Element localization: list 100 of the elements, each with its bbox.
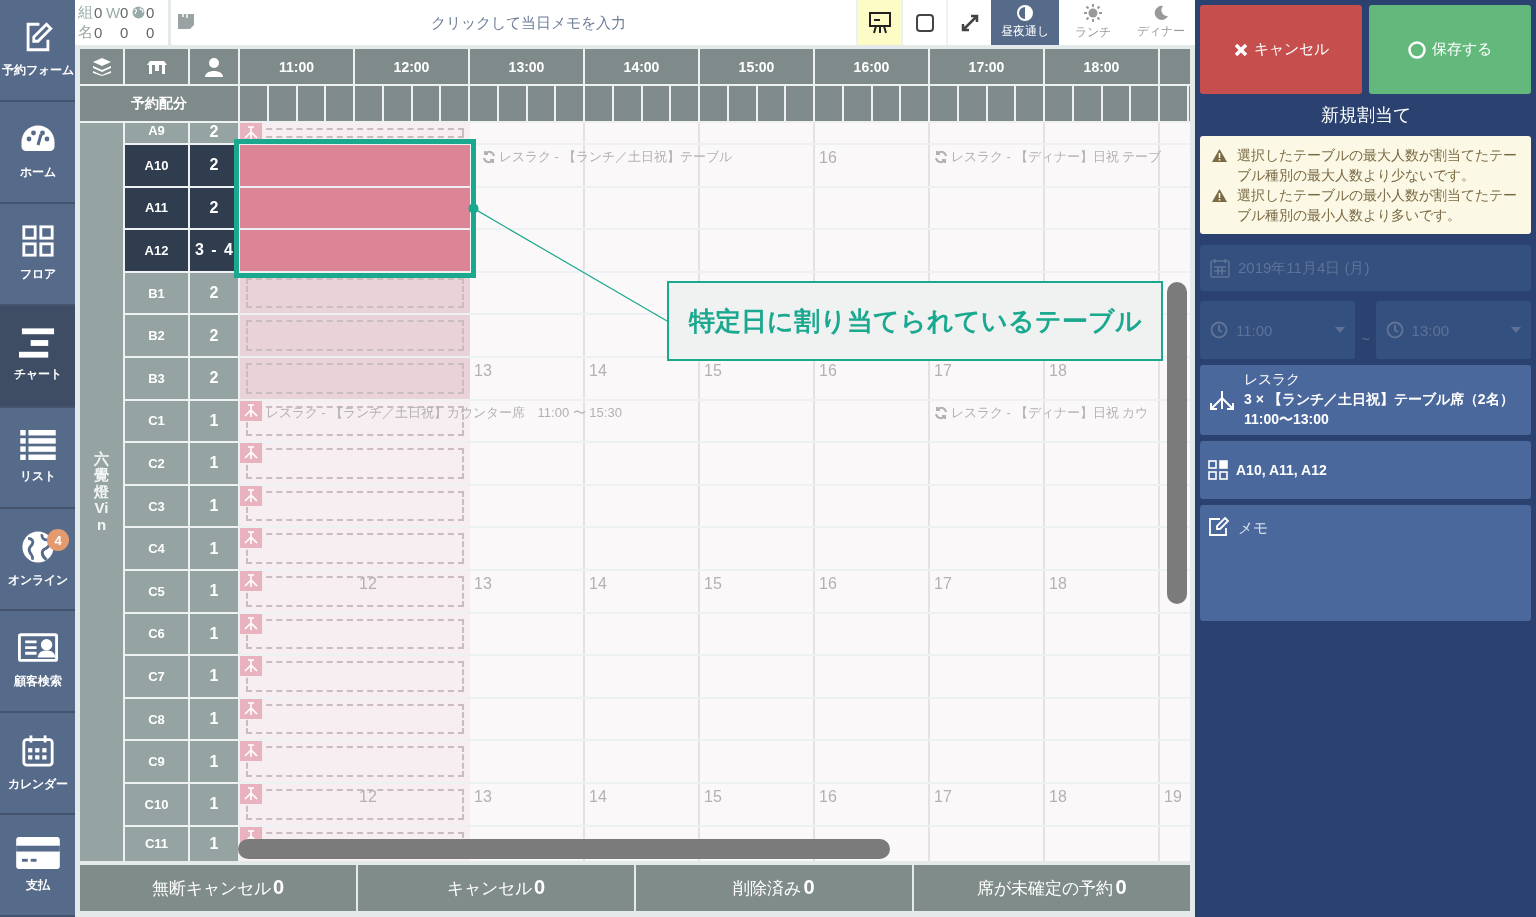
- hour-label: 14: [589, 787, 608, 806]
- shift-tab[interactable]: ランチ: [1059, 0, 1127, 45]
- count-value: 0: [120, 23, 130, 41]
- nav-item[interactable]: 予約フォーム: [0, 0, 75, 102]
- reservation-block[interactable]: [240, 187, 470, 229]
- hour-label: 17: [934, 574, 953, 593]
- table-name-cell[interactable]: A10: [125, 145, 188, 186]
- nav-item[interactable]: カレンダー: [0, 713, 75, 816]
- table-name-cell[interactable]: C6: [125, 613, 188, 655]
- memo-field[interactable]: クリックして当日メモを入力: [201, 0, 856, 45]
- allocation-header: 予約配分: [80, 86, 238, 121]
- table-name-cell[interactable]: C7: [125, 656, 188, 697]
- table-icon: [146, 58, 167, 75]
- half-circle-icon: [1017, 5, 1033, 21]
- warning-text: 選択したテーブルの最小人数が割当てたテーブル種別の最小人数より多いです。: [1237, 186, 1518, 225]
- table-name-cell[interactable]: C10: [125, 783, 188, 825]
- hour-label: 12: [359, 787, 378, 806]
- clock-icon: [1210, 321, 1228, 339]
- tables-card[interactable]: A10, A11, A12: [1200, 441, 1531, 499]
- schedule-label: レスラク - 【ランチ／土日祝】テーブル: [499, 148, 732, 166]
- table-name-cell[interactable]: A12: [125, 230, 188, 271]
- hour-label: 15: [704, 361, 723, 380]
- moon-icon: [1153, 5, 1169, 21]
- time-header: 14:00: [585, 49, 698, 84]
- table-name-cell[interactable]: B3: [125, 357, 188, 399]
- hour-label: 18: [1049, 361, 1068, 380]
- capacity-cell: 1: [190, 400, 238, 442]
- memo-field[interactable]: メモ: [1200, 505, 1531, 621]
- view-toggle-button[interactable]: [856, 0, 901, 45]
- nav-item[interactable]: リスト: [0, 407, 75, 510]
- warning-icon: [1212, 189, 1227, 202]
- table-name-cell[interactable]: C11: [125, 826, 188, 861]
- table-name-cell[interactable]: C8: [125, 698, 188, 740]
- memo-button[interactable]: [171, 0, 201, 45]
- table-name-cell[interactable]: B2: [125, 315, 188, 356]
- group-label: 六覺燈Vin: [94, 450, 109, 534]
- status-tab[interactable]: 削除済み 0: [636, 865, 912, 911]
- plan-card[interactable]: レスラク 3 × 【ランチ／土日祝】テーブル席（2名） 11:00〜13:00: [1200, 365, 1531, 435]
- capacity-cell: 1: [190, 783, 238, 825]
- status-tab[interactable]: 無断キャンセル0: [80, 865, 356, 911]
- status-tab[interactable]: 席が未確定の予約 0: [914, 865, 1190, 911]
- hour-label: 12: [359, 574, 378, 593]
- count-value: 0: [94, 3, 104, 21]
- hour-label: 18: [1049, 574, 1068, 593]
- table-name-cell[interactable]: C9: [125, 741, 188, 782]
- clock-icon: [1385, 321, 1404, 339]
- table-name-cell[interactable]: B1: [125, 272, 188, 314]
- shift-tab[interactable]: ディナー: [1127, 0, 1195, 45]
- vertical-scrollbar[interactable]: [1167, 282, 1187, 604]
- hour-label: 15: [704, 574, 723, 593]
- table-name-cell[interactable]: A11: [125, 187, 188, 229]
- table-name-cell[interactable]: C4: [125, 528, 188, 569]
- schedule-label: レスラク - 【ディナー】日祝 テーブ: [951, 148, 1162, 166]
- view-toggle-button[interactable]: [946, 0, 991, 45]
- table-name-cell[interactable]: C1: [125, 400, 188, 442]
- hour-label: 16: [819, 361, 838, 380]
- table-name-cell[interactable]: C2: [125, 443, 188, 484]
- refresh-icon: [482, 150, 496, 164]
- hour-label: 16: [819, 149, 838, 167]
- shift-tab[interactable]: 昼夜通し: [991, 0, 1059, 45]
- hour-label: 14: [589, 574, 608, 593]
- time-header: 11:00: [240, 49, 353, 84]
- panel-title: 新規割当て: [1319, 104, 1412, 127]
- nav-item[interactable]: チャート: [0, 305, 75, 408]
- view-toggle-button[interactable]: [901, 0, 946, 45]
- bars-icon: [18, 328, 57, 359]
- presentation-board-icon: [867, 10, 892, 35]
- hour-label: 18: [1049, 787, 1068, 806]
- calendar-icon: [20, 733, 55, 768]
- square-icon: [914, 12, 935, 33]
- callout-label: 特定日に割り当てられているテーブル: [667, 281, 1163, 361]
- count-label: 名: [78, 22, 94, 42]
- count-label: 組: [78, 2, 94, 22]
- hour-label: 17: [934, 361, 953, 380]
- nav-item[interactable]: オンライン 4: [0, 509, 75, 612]
- status-tab[interactable]: キャンセル0: [358, 865, 634, 911]
- hour-label: 16: [819, 574, 838, 593]
- table-name-cell[interactable]: C3: [125, 485, 188, 527]
- hour-label: 13: [474, 574, 493, 593]
- hour-label: 15: [704, 787, 723, 806]
- schedule-label: レスラク - 【ディナー】日祝 カウ: [951, 403, 1149, 422]
- warning-icon: [1212, 149, 1227, 162]
- nav-item[interactable]: 支払: [0, 815, 75, 917]
- save-button[interactable]: 保存する: [1369, 5, 1531, 94]
- table-name-cell[interactable]: C5: [125, 570, 188, 612]
- table-name-cell[interactable]: A9: [125, 123, 188, 143]
- cancel-button[interactable]: キャンセル: [1200, 5, 1362, 94]
- horizontal-scrollbar[interactable]: [238, 839, 890, 859]
- split-arrow-icon: [1208, 389, 1236, 411]
- globe-icon: [20, 529, 55, 564]
- capacity-cell: 1: [190, 613, 238, 655]
- credit-card-icon: [15, 836, 60, 869]
- hour-label: 13: [474, 361, 493, 380]
- hour-label: 14: [589, 361, 608, 380]
- nav-item[interactable]: 顧客検索: [0, 611, 75, 714]
- nav-item[interactable]: フロア: [0, 203, 75, 306]
- count-value: 0: [94, 23, 104, 41]
- person-icon: [204, 56, 224, 77]
- count-value: 0: [120, 3, 130, 21]
- nav-item[interactable]: ホーム: [0, 101, 75, 204]
